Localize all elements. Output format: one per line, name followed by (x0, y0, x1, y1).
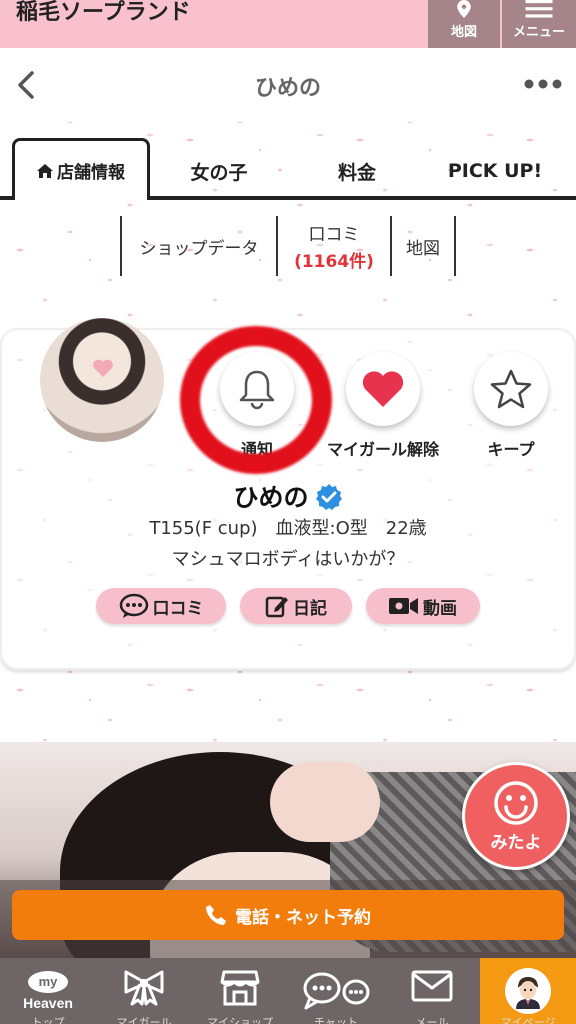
top-header: 稲毛ソープランド 地図 メニュー (0, 0, 576, 48)
tab-label: 女の子 (190, 161, 248, 184)
shop-name[interactable]: 稲毛ソープランド (16, 0, 191, 24)
profile-name: ひめの (233, 483, 309, 512)
my-heaven-icon: my Heaven (23, 971, 73, 1011)
verified-badge-icon (315, 484, 342, 510)
call-label: 電話・ネット予約 (235, 907, 371, 928)
reviews-count: (1164件) (294, 252, 374, 272)
brand-heaven: Heaven (23, 995, 73, 1011)
mitayo-button[interactable]: みたよ (462, 762, 570, 870)
chat-icon (303, 972, 370, 1010)
subnav-shop-data[interactable]: ショップデータ (120, 216, 276, 276)
mygirl-remove-button[interactable] (346, 352, 420, 426)
diary-link-button[interactable]: 日記 (240, 588, 352, 624)
pill-label: 動画 (423, 598, 457, 619)
phone-icon (206, 905, 226, 925)
pill-label: 口コミ (152, 598, 204, 619)
bottom-nav-label: メール (415, 1016, 449, 1024)
keep-action[interactable]: キープ (466, 352, 556, 460)
bottom-nav-label: マイガール (116, 1016, 172, 1024)
tab-girls[interactable]: 女の子 (160, 142, 278, 200)
bottom-nav-chat[interactable]: チャット (288, 958, 384, 1024)
call-reserve-button[interactable]: 電話・ネット予約 (12, 890, 564, 940)
menu-button[interactable]: メニュー (502, 0, 576, 48)
photo-hand (270, 762, 380, 842)
pill-label: 日記 (293, 598, 327, 619)
home-icon (37, 163, 53, 178)
brand-my: my (39, 974, 59, 989)
bottom-nav-myshop[interactable]: マイショップ (192, 958, 288, 1024)
shop-icon (220, 970, 260, 1006)
menu-button-label: メニュー (512, 25, 565, 40)
subnav-label: ショップデータ (139, 238, 259, 259)
bottom-nav-label: マイページ (500, 1016, 556, 1024)
bottom-nav-top[interactable]: my Heaven トップ (0, 958, 96, 1024)
edit-note-icon (265, 596, 288, 618)
tab-pickup[interactable]: PICK UP! (430, 142, 560, 200)
subnav-reviews[interactable]: 口コミ (1164件) (276, 216, 390, 276)
heart-sticker-icon (93, 359, 113, 377)
subnav-map[interactable]: 地図 (390, 216, 456, 276)
bottom-nav-label: トップ (31, 1016, 65, 1024)
more-dots-icon[interactable] (524, 78, 562, 90)
map-button[interactable]: 地図 (428, 0, 500, 48)
tab-shop-info[interactable]: 店舗情報 (12, 138, 150, 200)
smile-face-icon (494, 780, 538, 825)
tab-label: 店舗情報 (57, 163, 125, 183)
reviews-link-button[interactable]: 口コミ (96, 588, 226, 624)
user-avatar-icon (505, 968, 551, 1014)
bottom-nav-mypage[interactable]: マイページ (480, 958, 576, 1024)
tab-price[interactable]: 料金 (296, 142, 418, 200)
bottom-nav-label: マイショップ (207, 1016, 273, 1024)
ribbon-icon (124, 970, 164, 1006)
tab-label: PICK UP! (447, 160, 543, 182)
mygirl-action[interactable]: マイガール解除 (327, 352, 439, 460)
subnav-label: 口コミ (308, 225, 360, 245)
profile-catchphrase: マシュマロボディはいかが？ (171, 549, 405, 570)
video-camera-icon (389, 598, 418, 614)
bottom-nav-mail[interactable]: メール (384, 958, 480, 1024)
video-link-button[interactable]: 動画 (366, 588, 480, 624)
tab-bar: 店舗情報 女の子 料金 PICK UP! (0, 122, 576, 200)
subnav-label: 地図 (406, 238, 440, 259)
star-icon (490, 369, 532, 409)
page-title: ひめの (254, 76, 321, 101)
keep-button[interactable] (474, 352, 548, 426)
speech-bubble-icon (119, 593, 148, 618)
tab-label: 料金 (337, 161, 376, 184)
bottom-nav: my Heaven トップ マイガール マイショップ チャット メール マイペー… (0, 958, 576, 1024)
mygirl-label: マイガール解除 (327, 440, 440, 459)
profile-specs: T155(F cup) 血液型:O型 22歳 (149, 518, 427, 539)
hamburger-icon (525, 0, 553, 18)
profile-name-row: ひめの (0, 478, 576, 514)
profile-avatar[interactable] (40, 318, 164, 442)
mitayo-label: みたよ (490, 832, 542, 853)
bottom-nav-mygirl[interactable]: マイガール (96, 958, 192, 1024)
title-bar: ひめの (0, 48, 576, 122)
map-button-label: 地図 (450, 25, 477, 40)
call-bar-container: 電話・ネット予約 (0, 880, 576, 958)
mail-icon (411, 970, 453, 1002)
map-pin-icon (457, 0, 471, 18)
highlight-ring (180, 326, 332, 474)
heart-icon (362, 371, 404, 407)
bottom-nav-label: チャット (314, 1016, 358, 1024)
sub-nav: ショップデータ 口コミ (1164件) 地図 (120, 216, 456, 276)
keep-label: キープ (487, 440, 535, 459)
